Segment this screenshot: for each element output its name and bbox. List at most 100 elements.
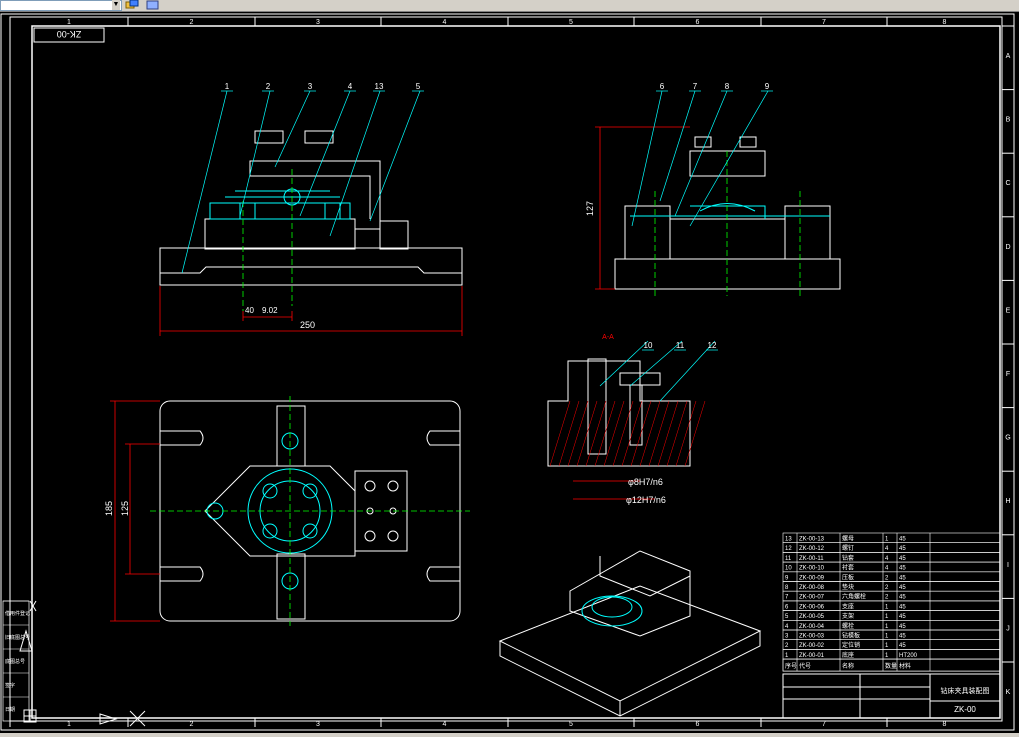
zone-col-label: 6: [696, 19, 700, 26]
bom-cell: 45: [899, 604, 906, 610]
balloon-number: 5: [416, 82, 421, 91]
bom-cell: 钻模板: [842, 632, 860, 640]
zone-row-label: B: [1006, 117, 1011, 124]
bom-cell: 6: [785, 604, 789, 610]
dim-40: 40: [245, 306, 254, 315]
zone-col-label: 7: [822, 19, 826, 26]
zone-col-label: 3: [316, 721, 320, 728]
bom-cell: 1: [885, 634, 889, 640]
bom-cell: 六角螺栓: [842, 593, 866, 601]
bom-table: 13 ZK-00-13 螺母 1 4512 ZK-00-12 螺钉 4 4511 ZK-00-11…: [782, 532, 1001, 672]
bom-cell: 2: [785, 643, 789, 649]
bom-cell: 45: [899, 556, 906, 562]
zone-col-label: 2: [190, 19, 194, 26]
bom-cell: 45: [899, 595, 906, 601]
layer-previous-icon[interactable]: [146, 0, 160, 10]
bom-cell: ZK-00-04: [799, 624, 825, 630]
balloon-number: 4: [348, 82, 353, 91]
balloon-number: 2: [266, 82, 271, 91]
bom-cell: 45: [899, 566, 906, 572]
bom-cell: 45: [899, 537, 906, 543]
zone-col-label: 5: [569, 721, 573, 728]
title-text: 钻床夹具装配图: [941, 686, 990, 695]
bom-cell: ZK-00-02: [799, 643, 825, 649]
hatch-line: [684, 400, 706, 467]
bom-cell: 支架: [842, 612, 854, 620]
hatch-line: [594, 400, 616, 467]
zone-row-label: K: [1006, 689, 1011, 696]
bom-cell: ZK-00-11: [799, 556, 824, 562]
hatch-line: [621, 400, 643, 467]
zone-row-label: G: [1005, 435, 1010, 442]
zone-row-label: E: [1006, 307, 1011, 314]
balloon-number: 10: [644, 341, 653, 350]
hatch-line: [630, 400, 652, 467]
hatch-line: [675, 400, 697, 467]
dim-127: 127: [585, 201, 595, 216]
chevron-down-icon[interactable]: ▼: [112, 0, 120, 10]
bom-cell: ZK-00-06: [799, 604, 825, 610]
layer-state-icon[interactable]: [125, 0, 139, 10]
balloons-detail: 10 11 12: [642, 341, 718, 351]
isometric-view: [498, 550, 762, 717]
bom-cell: 4: [885, 556, 889, 562]
bom-header-cell: 数量: [885, 662, 897, 670]
bom-cell: HT200: [899, 653, 918, 659]
balloon-number: 13: [375, 82, 384, 91]
bom-cell: ZK-00-13: [799, 537, 825, 543]
bom-cell: 衬套: [842, 564, 854, 572]
bom-cell: ZK-00-08: [799, 585, 825, 591]
bom-cell: 1: [885, 624, 889, 630]
bom-cell: 支座: [842, 602, 854, 610]
hatch-line: [603, 400, 625, 467]
balloon-number: 12: [708, 341, 717, 350]
bom-cell: ZK-00-03: [799, 634, 825, 640]
title-code: ZK-00: [954, 705, 976, 714]
ucs-icon: [19, 600, 146, 727]
front-view-centerlines: [242, 169, 293, 311]
outer-frame: [0, 13, 1015, 731]
bom-cell: ZK-00-05: [799, 614, 825, 620]
zone-row-label: H: [1005, 498, 1010, 505]
zone-col-label: 1: [67, 19, 71, 26]
zone-col-label: 5: [569, 19, 573, 26]
bom-cell: 定位销: [842, 641, 860, 649]
zone-row-label: J: [1006, 625, 1010, 632]
section-label: A-A: [602, 334, 614, 341]
fit-1: φ8H7/n6: [628, 477, 663, 487]
bom-cell: 4: [885, 546, 889, 552]
bom-cell: 钻套: [842, 554, 854, 562]
bom-cell: 3: [785, 634, 789, 640]
strip-label: 日期: [5, 707, 15, 713]
bom-cell: 5: [785, 614, 789, 620]
left-revision-strip: 借用件登记旧底图总号底图总号签字日期: [2, 600, 30, 722]
hatch-line: [666, 400, 688, 467]
strip-label: 旧底图总号: [5, 634, 30, 641]
dim-185: 185: [104, 501, 114, 516]
balloon-number: 3: [308, 82, 313, 91]
bom-cell: 垫块: [842, 583, 854, 591]
front-view-cyan: [209, 188, 351, 220]
zone-col-label: 2: [190, 721, 194, 728]
hatch-line: [567, 400, 589, 467]
bom-cell: 7: [785, 595, 789, 601]
strip-label: 签字: [5, 682, 15, 689]
zone-row-label: C: [1005, 180, 1010, 187]
layer-dropdown[interactable]: [0, 0, 122, 11]
zone-row-label: D: [1005, 244, 1010, 251]
dim-902: 9.02: [262, 306, 278, 315]
drawing-border: [31, 25, 1001, 719]
zone-col-label: 4: [443, 19, 447, 26]
zone-col-label: 8: [943, 19, 947, 26]
bom-cell: 1: [785, 653, 789, 659]
bom-cell: 45: [899, 643, 906, 649]
drawing-canvas[interactable]: 1122334455667788 ABCDEFGHIJK ZK-00 250 4…: [0, 11, 1019, 733]
bom-cell: 45: [899, 546, 906, 552]
zone-col-label: 3: [316, 19, 320, 26]
bom-cell: ZK-00-07: [799, 595, 825, 601]
balloon-number: 7: [693, 82, 698, 91]
zone-col-label: 1: [67, 721, 71, 728]
front-leaders: [181, 90, 421, 274]
bom-cell: ZK-00-09: [799, 575, 825, 581]
bom-cell: 9: [785, 575, 789, 581]
